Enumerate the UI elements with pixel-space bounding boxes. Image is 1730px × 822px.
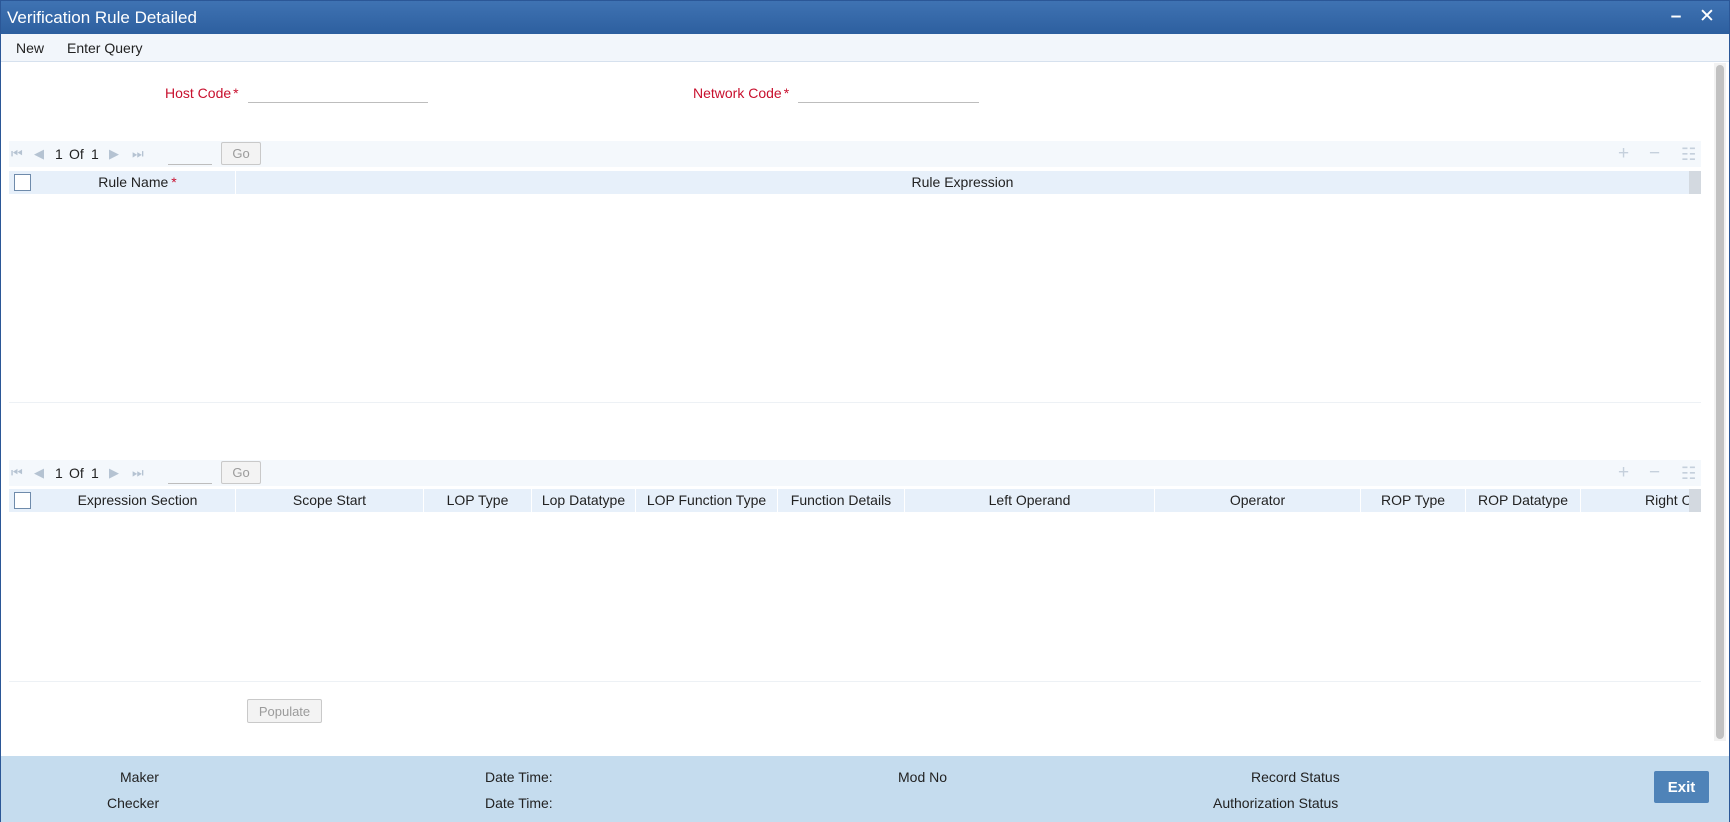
required-marker: * bbox=[171, 174, 177, 190]
vertical-scrollbar[interactable] bbox=[1714, 63, 1726, 741]
column-header-lop-function-type[interactable]: LOP Function Type bbox=[636, 489, 778, 512]
go-button[interactable]: Go bbox=[221, 142, 261, 165]
expression-grid-toolbar: ⏮ ◀ 1 Of 1 ▶ ⏭ Go + − ☷ bbox=[9, 460, 1701, 486]
verification-rule-window: Verification Rule Detailed – ✕ New Enter… bbox=[0, 0, 1730, 822]
network-code-label: Network Code * bbox=[693, 85, 790, 101]
column-header-left-operand[interactable]: Left Operand bbox=[905, 489, 1155, 512]
record-status-label: Record Status bbox=[1251, 769, 1340, 785]
column-header-rule-name[interactable]: Rule Name * bbox=[40, 171, 236, 194]
column-header-scope-start[interactable]: Scope Start bbox=[236, 489, 424, 512]
rules-grid-body bbox=[9, 194, 1701, 403]
plus-icon[interactable]: + bbox=[1618, 143, 1629, 165]
column-header-lop-type[interactable]: LOP Type bbox=[424, 489, 532, 512]
maker-label: Maker bbox=[120, 769, 159, 785]
go-button[interactable]: Go bbox=[221, 461, 261, 484]
checker-label: Checker bbox=[107, 795, 160, 811]
authorization-status-label: Authorization Status bbox=[1213, 795, 1339, 811]
last-page-icon[interactable]: ⏭ bbox=[132, 465, 144, 481]
column-header-function-details[interactable]: Function Details bbox=[778, 489, 905, 512]
plus-icon[interactable]: + bbox=[1618, 462, 1629, 484]
maker-date-time-label: Date Time: bbox=[485, 769, 553, 785]
rules-grid-toolbar: ⏮ ◀ 1 Of 1 ▶ ⏭ Go + − ☷ bbox=[9, 141, 1701, 167]
select-all-checkbox[interactable] bbox=[14, 492, 31, 509]
host-code-label: Host Code * bbox=[165, 85, 239, 101]
column-header-rop-type[interactable]: ROP Type bbox=[1361, 489, 1466, 512]
expression-grid-header: Expression Section Scope Start LOP Type … bbox=[9, 489, 1701, 512]
exit-button[interactable]: Exit bbox=[1654, 771, 1709, 803]
grid-scrollbar-stub[interactable] bbox=[1689, 489, 1701, 512]
populate-button[interactable]: Populate bbox=[247, 699, 322, 723]
minus-icon[interactable]: − bbox=[1649, 462, 1660, 484]
mod-no-label: Mod No bbox=[898, 769, 948, 785]
select-all-checkbox[interactable] bbox=[14, 174, 31, 191]
audit-footer: Maker Checker Date Time: Date Time: Mod … bbox=[1, 756, 1729, 822]
menu-bar: New Enter Query bbox=[1, 34, 1729, 62]
column-header-right-operand[interactable]: Right Operand bbox=[1581, 489, 1689, 512]
column-header-rop-datatype[interactable]: ROP Datatype bbox=[1466, 489, 1581, 512]
window-title: Verification Rule Detailed bbox=[7, 8, 197, 27]
required-marker: * bbox=[783, 85, 790, 101]
column-header-operator[interactable]: Operator bbox=[1155, 489, 1361, 512]
minus-icon[interactable]: − bbox=[1649, 143, 1660, 165]
rules-grid-header: Rule Name * Rule Expression bbox=[9, 171, 1701, 194]
grid-scrollbar-stub[interactable] bbox=[1689, 171, 1701, 194]
first-page-icon[interactable]: ⏮ bbox=[11, 146, 23, 162]
first-page-icon[interactable]: ⏮ bbox=[11, 465, 23, 481]
scrollbar-thumb[interactable] bbox=[1716, 65, 1724, 739]
next-page-icon[interactable]: ▶ bbox=[109, 146, 119, 162]
next-page-icon[interactable]: ▶ bbox=[109, 465, 119, 481]
current-page: 1 bbox=[55, 465, 63, 481]
page-number-input[interactable] bbox=[168, 144, 212, 165]
list-view-icon[interactable]: ☷ bbox=[1681, 145, 1696, 165]
host-code-input[interactable] bbox=[248, 81, 428, 103]
column-header-expression-section[interactable]: Expression Section bbox=[40, 489, 236, 512]
total-pages: 1 bbox=[91, 146, 99, 162]
menu-enter-query[interactable]: Enter Query bbox=[67, 40, 142, 56]
checker-date-time-label: Date Time: bbox=[485, 795, 553, 811]
total-pages: 1 bbox=[91, 465, 99, 481]
close-button[interactable]: ✕ bbox=[1696, 5, 1718, 29]
column-header-rule-expression[interactable]: Rule Expression bbox=[236, 171, 1689, 194]
of-label: Of bbox=[69, 465, 84, 481]
expression-grid-body bbox=[9, 512, 1701, 682]
prev-page-icon[interactable]: ◀ bbox=[34, 465, 44, 481]
menu-new[interactable]: New bbox=[16, 40, 44, 56]
minimize-button[interactable]: – bbox=[1665, 5, 1687, 29]
page-number-input[interactable] bbox=[168, 463, 212, 484]
network-code-input[interactable] bbox=[798, 81, 979, 103]
title-bar: Verification Rule Detailed – ✕ bbox=[1, 1, 1729, 34]
list-view-icon[interactable]: ☷ bbox=[1681, 464, 1696, 484]
of-label: Of bbox=[69, 146, 84, 162]
required-marker: * bbox=[233, 85, 239, 101]
last-page-icon[interactable]: ⏭ bbox=[132, 146, 144, 162]
current-page: 1 bbox=[55, 146, 63, 162]
column-header-lop-datatype[interactable]: Lop Datatype bbox=[532, 489, 636, 512]
prev-page-icon[interactable]: ◀ bbox=[34, 146, 44, 162]
